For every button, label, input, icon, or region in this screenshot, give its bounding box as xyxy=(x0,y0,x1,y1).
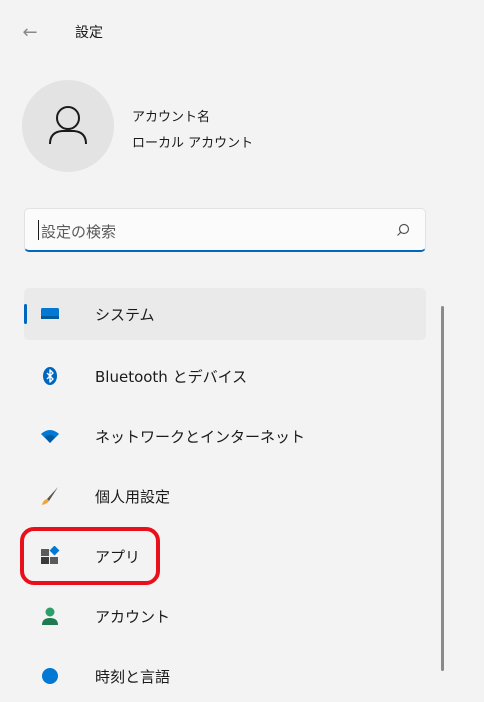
nav-label-bluetooth: Bluetooth とデバイス xyxy=(95,368,248,386)
account-icon xyxy=(42,607,58,625)
back-arrow-icon[interactable]: ← xyxy=(18,20,42,44)
nav-label-accounts: アカウント xyxy=(95,608,171,626)
nav-item-apps[interactable]: アプリ xyxy=(24,530,426,582)
nav-item-accounts[interactable]: アカウント xyxy=(24,590,426,642)
nav-item-time-language[interactable]: 時刻と言語 xyxy=(24,650,426,702)
search-input[interactable]: 設定の検索 xyxy=(24,208,426,252)
nav-label-time-language: 時刻と言語 xyxy=(95,668,171,686)
account-type: ローカル アカウント xyxy=(132,136,254,151)
text-caret xyxy=(38,220,39,240)
nav-label-personalization: 個人用設定 xyxy=(95,488,171,506)
wifi-icon xyxy=(41,430,59,443)
app-title: 設定 xyxy=(75,25,103,41)
nav-label-apps: アプリ xyxy=(95,548,141,566)
brush-icon xyxy=(42,487,58,505)
nav-item-network[interactable]: ネットワークとインターネット xyxy=(24,410,426,462)
monitor-icon xyxy=(41,308,59,319)
nav-label-system: システム xyxy=(95,306,155,324)
search-text: 設定の検索 xyxy=(41,223,117,241)
search-icon[interactable] xyxy=(395,222,411,238)
globe-clock-icon xyxy=(42,668,58,684)
account-name: アカウント名 xyxy=(132,110,211,125)
bluetooth-icon xyxy=(43,367,57,385)
nav-item-personalization[interactable]: 個人用設定 xyxy=(24,470,426,522)
selection-indicator xyxy=(24,304,27,324)
nav-item-system[interactable]: システム xyxy=(24,288,426,340)
nav-label-network: ネットワークとインターネット xyxy=(95,428,306,446)
avatar[interactable] xyxy=(22,80,114,172)
person-icon xyxy=(49,106,87,145)
nav-item-bluetooth[interactable]: Bluetooth とデバイス xyxy=(24,350,426,402)
scrollbar[interactable] xyxy=(441,306,444,671)
apps-icon xyxy=(41,546,60,564)
